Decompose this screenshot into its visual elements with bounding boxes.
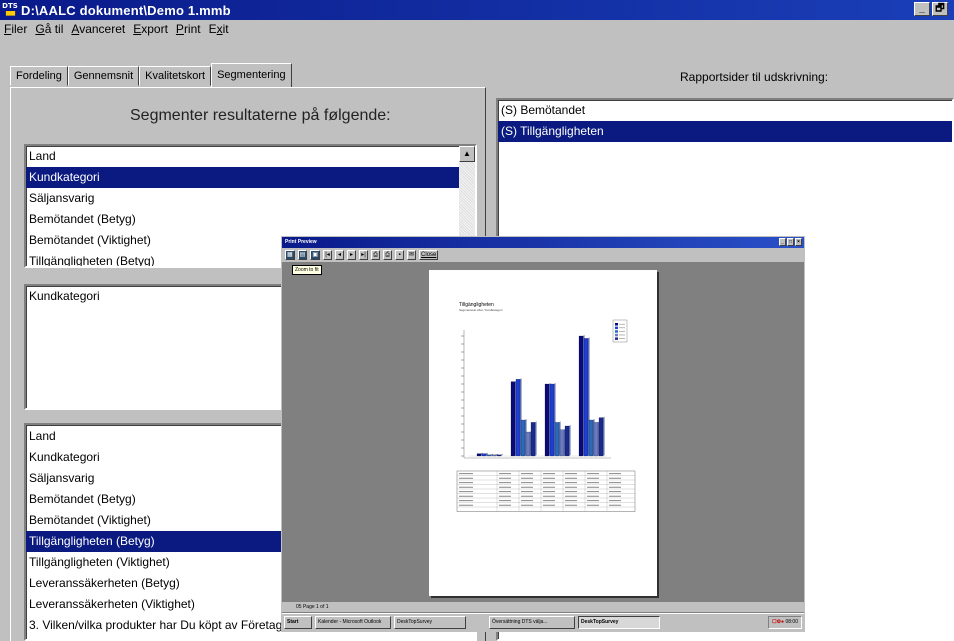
print-icon[interactable]: ⎙ — [371, 250, 381, 260]
segment-list-item[interactable]: Säljansvarig — [26, 188, 475, 209]
last-page-icon[interactable]: ▸| — [359, 250, 369, 260]
zoom-fit-icon[interactable]: ▦ — [285, 250, 295, 260]
chart-bar — [598, 417, 604, 457]
tab-kvalitetskort[interactable]: Kvalitetskort — [139, 66, 212, 86]
print-preview-window[interactable]: Print Preview _ □ × ▦ ▤ ▣ |◂ ◂ ▸ ▸| ⎙ ⎙ … — [281, 236, 805, 632]
print-setup-icon[interactable]: ⎙ — [383, 250, 393, 260]
tab-segmentering[interactable]: Segmentering — [211, 63, 292, 87]
start-button[interactable]: Start — [284, 616, 312, 629]
menu-print[interactable]: Print — [176, 22, 201, 40]
chart-bar — [583, 338, 589, 457]
legend-swatch — [615, 337, 618, 340]
segment-list-item[interactable]: Kundkategori — [26, 167, 475, 188]
report-page-item[interactable]: (S) Bemötandet — [498, 100, 952, 121]
chart-bar-side — [569, 425, 571, 456]
export-icon[interactable]: ✉ — [407, 250, 417, 260]
chart-bar — [515, 379, 521, 457]
taskbar: Start Kalender - Microsoft Outlook DeskTop… — [282, 613, 804, 631]
system-tray: ☐⚙● 08:00 — [768, 616, 802, 629]
chart-bar — [593, 422, 599, 457]
chart-bar — [544, 383, 550, 457]
pp-close-x-button[interactable]: × — [795, 238, 802, 246]
chart-bar — [530, 422, 536, 457]
chart-bar-side — [603, 416, 605, 456]
page-status: 05 Page 1 of 1 — [282, 602, 804, 612]
zoom-full-icon[interactable]: ▣ — [310, 250, 321, 260]
report-pages-label: Rapportsider til udskrivning: — [680, 70, 829, 84]
chart-bar — [525, 431, 531, 457]
chart-bar — [564, 425, 570, 457]
taskbar-button[interactable]: Kalender - Microsoft Outlook — [315, 616, 391, 629]
segment-list-item[interactable]: Bemötandet (Betyg) — [26, 209, 475, 230]
legend-swatch — [615, 326, 618, 330]
legend-swatch — [615, 323, 618, 326]
menu-avanceret[interactable]: Avanceret — [71, 22, 125, 40]
save-icon[interactable]: ▪ — [395, 250, 405, 260]
chart-bar — [510, 381, 516, 457]
segment-list-item[interactable]: Land — [26, 146, 475, 167]
legend-swatch — [615, 330, 618, 333]
scroll-up-button[interactable]: ▲ — [459, 146, 475, 162]
chart-bar — [559, 429, 565, 457]
report-page-item[interactable]: (S) Tillgängligheten — [498, 121, 952, 142]
chart-bar — [491, 454, 497, 457]
window-title: D:\AALC dokument\Demo 1.mmb — [21, 2, 231, 18]
chart-bar — [496, 454, 502, 457]
print-preview-title: Print Preview — [285, 239, 317, 245]
taskbar-button[interactable]: DeskTopSurvey — [578, 616, 660, 629]
segment-heading: Segmenter resultaterne på følgende: — [130, 107, 391, 124]
chart-bar — [486, 454, 492, 457]
chart-bar — [554, 422, 560, 457]
chart-bar — [520, 419, 526, 457]
zoom-tooltip: Zoom to fit — [292, 265, 322, 275]
menu-bar: Filer Gå til Avanceret Export Print Exit — [0, 22, 229, 40]
app-icon: DTS ■■ — [2, 2, 18, 17]
chart-bar-side — [535, 421, 537, 456]
next-page-icon[interactable]: ▸ — [347, 250, 357, 260]
chart-bar — [549, 383, 555, 457]
app-icon-label: DTS — [2, 2, 18, 10]
chart-bar-side — [501, 453, 503, 456]
minimize-button[interactable]: _ — [914, 2, 930, 16]
menu-g-til[interactable]: Gå til — [35, 22, 63, 40]
menu-filer[interactable]: Filer — [4, 22, 27, 40]
menu-export[interactable]: Export — [133, 22, 168, 40]
taskbar-button[interactable]: Översättning DTS välja... — [489, 616, 575, 629]
tray-clock: 08:00 — [785, 619, 798, 625]
legend-swatch — [615, 333, 618, 337]
chart-bar — [476, 453, 482, 457]
pp-maximize-button[interactable]: □ — [787, 238, 794, 246]
taskbar-button[interactable]: DeskTopSurvey — [394, 616, 466, 629]
chart-bar — [481, 453, 487, 457]
report-subtitle: Segmenterat efter: Kundkategori — [459, 308, 503, 312]
report-page-graphic: Tillgängligheten Segmenterat efter: Kund… — [456, 302, 636, 512]
pp-minimize-button[interactable]: _ — [779, 238, 786, 246]
tab-fordeling[interactable]: Fordeling — [10, 66, 68, 86]
first-page-icon[interactable]: |◂ — [323, 250, 333, 260]
print-preview-title-bar[interactable]: Print Preview _ □ × — [282, 237, 804, 248]
print-preview-toolbar: ▦ ▤ ▣ |◂ ◂ ▸ ▸| ⎙ ⎙ ▪ ✉ Close — [282, 248, 804, 262]
chart-bar — [578, 335, 584, 457]
pp-close-button[interactable]: Close — [419, 250, 439, 260]
menu-exit[interactable]: Exit — [209, 22, 229, 40]
window-title-bar[interactable]: DTS ■■ D:\AALC dokument\Demo 1.mmb _ 🗗 — [0, 0, 954, 20]
chart-bar — [588, 419, 594, 457]
prev-page-icon[interactable]: ◂ — [335, 250, 345, 260]
tab-gennemsnit[interactable]: Gennemsnit — [67, 66, 140, 86]
restore-button[interactable]: 🗗 — [932, 2, 948, 16]
preview-page: Tillgängligheten Segmenterat efter: Kund… — [429, 270, 657, 596]
tab-strip: Fordeling Gennemsnit Kvalitetskort Segmente… — [10, 63, 292, 87]
tray-icons[interactable]: ☐⚙● — [772, 619, 784, 625]
zoom-width-icon[interactable]: ▤ — [297, 250, 308, 260]
